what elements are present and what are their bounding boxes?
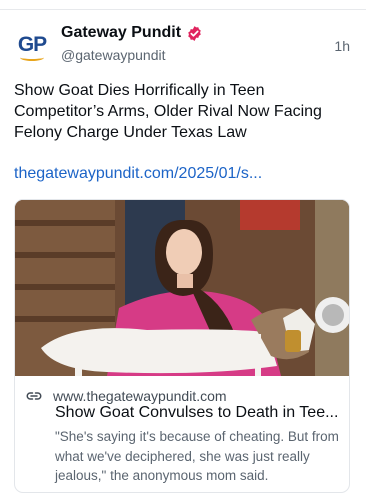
post-link[interactable]: thegatewaypundit.com/2025/01/s... <box>14 165 262 183</box>
avatar-swoosh <box>20 54 44 61</box>
preview-image <box>15 200 349 376</box>
verified-badge-icon <box>188 25 201 41</box>
card-description: "She's saying it's because of cheating. … <box>55 429 339 483</box>
link-preview-card[interactable]: www.thegatewaypundit.com Show Goat Convu… <box>14 199 350 493</box>
card-domain: www.thegatewaypundit.com <box>53 388 227 404</box>
author-row: Gateway Pundit <box>61 24 203 42</box>
top-divider <box>0 9 366 10</box>
card-domain-row: www.thegatewaypundit.com <box>25 387 227 405</box>
avatar[interactable]: GP <box>12 27 52 67</box>
card-title[interactable]: Show Goat Convulses to Death in Tee... <box>55 404 343 422</box>
author-name[interactable]: Gateway Pundit <box>61 24 181 42</box>
author-handle[interactable]: @gatewaypundit <box>61 47 166 63</box>
post-time[interactable]: 1h <box>334 38 350 54</box>
post-text: Show Goat Dies Horrifically in Teen Comp… <box>14 82 322 141</box>
link-icon <box>26 392 42 400</box>
